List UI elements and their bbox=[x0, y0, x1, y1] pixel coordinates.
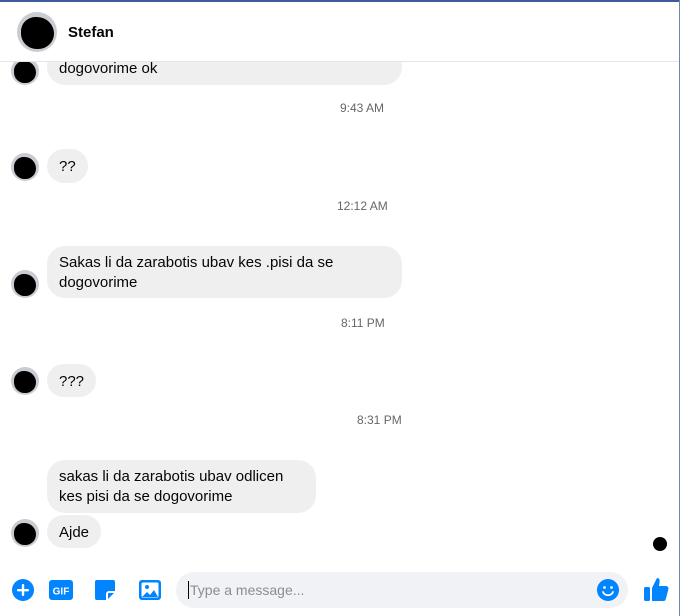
message-bubble[interactable]: Sakas li da zarabotis ubav kes .pisi da … bbox=[47, 246, 402, 298]
timestamp: 8:11 PM bbox=[341, 316, 385, 330]
message-bubble[interactable]: Ajde bbox=[47, 515, 102, 548]
message-input[interactable] bbox=[190, 572, 590, 608]
composer-bar: GIF bbox=[0, 566, 680, 616]
sender-avatar[interactable] bbox=[11, 270, 39, 298]
message-bubble[interactable]: ??? bbox=[47, 364, 97, 397]
thumbs-up-icon[interactable] bbox=[642, 575, 670, 603]
text-caret bbox=[188, 581, 189, 599]
contact-name[interactable]: Stefan bbox=[68, 24, 114, 41]
seen-indicator-avatar bbox=[653, 537, 667, 551]
timestamp: 9:43 AM bbox=[340, 101, 385, 115]
sender-avatar[interactable] bbox=[11, 519, 39, 547]
timestamp: 8:31 PM bbox=[357, 413, 402, 427]
chat-header: Stefan bbox=[0, 2, 679, 62]
sender-avatar[interactable] bbox=[11, 367, 39, 395]
message-input-box[interactable] bbox=[176, 572, 628, 608]
message-bubble[interactable]: sakas li da zarabotis ubav odlicen kes p… bbox=[47, 460, 316, 513]
plus-icon[interactable] bbox=[11, 578, 35, 602]
timestamp: 12:12 AM bbox=[337, 199, 388, 213]
image-icon[interactable] bbox=[138, 578, 162, 602]
message-bubble[interactable]: ?? bbox=[47, 149, 88, 183]
svg-text:GIF: GIF bbox=[53, 587, 70, 598]
contact-avatar[interactable] bbox=[17, 12, 57, 52]
emoji-icon[interactable] bbox=[596, 578, 620, 602]
sticker-icon[interactable] bbox=[93, 578, 117, 602]
gif-icon[interactable]: GIF bbox=[48, 578, 74, 602]
sender-avatar[interactable] bbox=[11, 153, 39, 181]
